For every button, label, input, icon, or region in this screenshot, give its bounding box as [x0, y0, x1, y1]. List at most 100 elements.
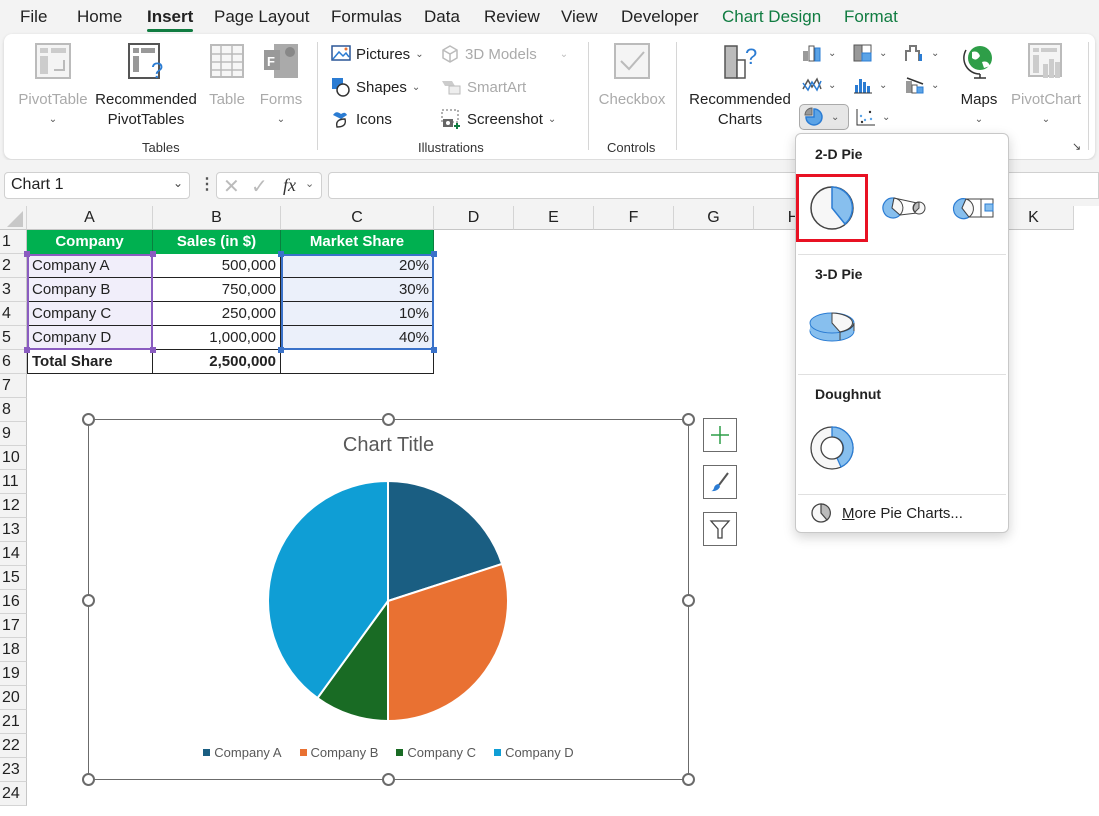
total-share-cell[interactable]: [281, 350, 434, 374]
table-cell-company[interactable]: Company A: [27, 254, 153, 278]
range-handle[interactable]: [150, 347, 156, 353]
column-header-f[interactable]: F: [594, 206, 674, 230]
checkbox-button[interactable]: Checkbox: [596, 42, 668, 110]
pictures-button[interactable]: Pictures ⌄: [331, 43, 424, 65]
legend-item[interactable]: Company D: [494, 745, 574, 760]
row-header-18[interactable]: 18: [0, 638, 27, 662]
recommended-pivottables-button[interactable]: ? Recommended PivotTables: [94, 42, 198, 130]
range-handle[interactable]: [150, 251, 156, 257]
range-handle[interactable]: [24, 251, 30, 257]
table-cell-share[interactable]: 30%: [281, 278, 434, 302]
row-header-17[interactable]: 17: [0, 614, 27, 638]
smartart-button[interactable]: SmartArt: [440, 76, 526, 98]
tab-home[interactable]: Home: [77, 7, 122, 27]
pie-option-bar-of-pie[interactable]: [938, 174, 1010, 242]
header-cell[interactable]: Sales (in $): [153, 230, 281, 254]
column-header-a[interactable]: A: [27, 206, 153, 230]
column-header-d[interactable]: D: [434, 206, 514, 230]
recommended-charts-button[interactable]: ? Recommended Charts: [686, 42, 794, 130]
row-header-11[interactable]: 11: [0, 470, 27, 494]
pie-option-pie-of-pie[interactable]: [868, 174, 940, 242]
resize-handle[interactable]: [82, 413, 95, 426]
column-chart-button[interactable]: ⌄: [801, 42, 836, 64]
table-cell-sales[interactable]: 250,000: [153, 302, 281, 326]
legend-item[interactable]: Company C: [396, 745, 476, 760]
table-cell-company[interactable]: Company B: [27, 278, 153, 302]
row-header-3[interactable]: 3: [0, 278, 27, 302]
chart-legend[interactable]: Company A Company B Company C Company D: [89, 745, 688, 760]
tab-view[interactable]: View: [561, 7, 598, 27]
row-header-5[interactable]: 5: [0, 326, 27, 350]
resize-handle[interactable]: [382, 773, 395, 786]
row-header-8[interactable]: 8: [0, 398, 27, 422]
legend-item[interactable]: Company B: [299, 745, 378, 760]
tab-file[interactable]: File: [20, 7, 47, 27]
column-header-e[interactable]: E: [514, 206, 594, 230]
chart-filters-button[interactable]: [703, 512, 737, 546]
column-header-g[interactable]: G: [674, 206, 754, 230]
row-header-4[interactable]: 4: [0, 302, 27, 326]
row-header-14[interactable]: 14: [0, 542, 27, 566]
line-chart-button[interactable]: ⌄: [801, 74, 836, 96]
table-cell-share[interactable]: 40%: [281, 326, 434, 350]
combo-chart-button[interactable]: ⌄: [904, 74, 939, 96]
table-cell-sales[interactable]: 500,000: [153, 254, 281, 278]
range-handle[interactable]: [431, 347, 437, 353]
screenshot-button[interactable]: Screenshot ⌄: [440, 108, 556, 130]
tab-data[interactable]: Data: [424, 7, 460, 27]
resize-handle[interactable]: [682, 773, 695, 786]
pivottable-button[interactable]: PivotTable ⌄: [18, 42, 88, 130]
row-header-22[interactable]: 22: [0, 734, 27, 758]
table-cell-share[interactable]: 20%: [281, 254, 434, 278]
row-header-6[interactable]: 6: [0, 350, 27, 374]
table-button[interactable]: Table: [204, 42, 250, 110]
header-cell[interactable]: Market Share: [281, 230, 434, 254]
pie-option-doughnut[interactable]: [796, 414, 868, 482]
row-header-1[interactable]: 1: [0, 230, 27, 254]
resize-handle[interactable]: [682, 594, 695, 607]
pie-option-3d-pie[interactable]: [796, 294, 868, 362]
row-header-23[interactable]: 23: [0, 758, 27, 782]
column-header-b[interactable]: B: [153, 206, 281, 230]
3d-models-button[interactable]: 3D Models ⌄: [440, 43, 568, 65]
tab-developer[interactable]: Developer: [621, 7, 699, 27]
maps-button[interactable]: Maps ⌄: [956, 42, 1002, 130]
icons-button[interactable]: Icons: [331, 108, 392, 130]
row-header-20[interactable]: 20: [0, 686, 27, 710]
pie-chart[interactable]: Chart Title Company A Company B Company CC…: [88, 419, 689, 780]
pie-option-2d-pie[interactable]: [796, 174, 868, 242]
table-cell-share[interactable]: 10%: [281, 302, 434, 326]
pie-chart-button[interactable]: ⌄: [799, 104, 849, 130]
more-options-icon[interactable]: ⋮: [199, 174, 215, 194]
chart-styles-button[interactable]: [703, 465, 737, 499]
row-header-24[interactable]: 24: [0, 782, 27, 806]
total-sales-cell[interactable]: 2,500,000: [153, 350, 281, 374]
row-header-7[interactable]: 7: [0, 374, 27, 398]
table-cell-company[interactable]: Company C: [27, 302, 153, 326]
chevron-down-icon[interactable]: ⌄: [173, 176, 183, 190]
row-header-16[interactable]: 16: [0, 590, 27, 614]
tab-chart-design[interactable]: Chart Design: [722, 7, 821, 27]
select-all-corner[interactable]: [0, 206, 27, 230]
row-header-9[interactable]: 9: [0, 422, 27, 446]
tab-insert[interactable]: Insert: [147, 7, 194, 32]
insert-function-button[interactable]: fx: [283, 175, 296, 196]
tab-format[interactable]: Format: [844, 7, 898, 27]
range-handle[interactable]: [24, 347, 30, 353]
row-header-19[interactable]: 19: [0, 662, 27, 686]
enter-icon[interactable]: ✓: [251, 174, 268, 199]
statistic-chart-button[interactable]: ⌄: [852, 74, 887, 96]
forms-button[interactable]: F Forms ⌄: [258, 42, 304, 130]
resize-handle[interactable]: [682, 413, 695, 426]
tab-page-layout[interactable]: Page Layout: [214, 7, 309, 27]
pivotchart-button[interactable]: PivotChart ⌄: [1008, 42, 1084, 130]
name-box[interactable]: Chart 1 ⌄: [4, 172, 190, 199]
resize-handle[interactable]: [382, 413, 395, 426]
tab-review[interactable]: Review: [484, 7, 540, 27]
hierarchy-chart-button[interactable]: ⌄: [852, 42, 887, 64]
scatter-chart-button[interactable]: ⌄: [855, 106, 890, 128]
more-pie-charts-link[interactable]: More Pie Charts...: [810, 502, 963, 524]
tab-formulas[interactable]: Formulas: [331, 7, 402, 27]
waterfall-chart-button[interactable]: ⌄: [904, 42, 939, 64]
range-handle[interactable]: [431, 251, 437, 257]
